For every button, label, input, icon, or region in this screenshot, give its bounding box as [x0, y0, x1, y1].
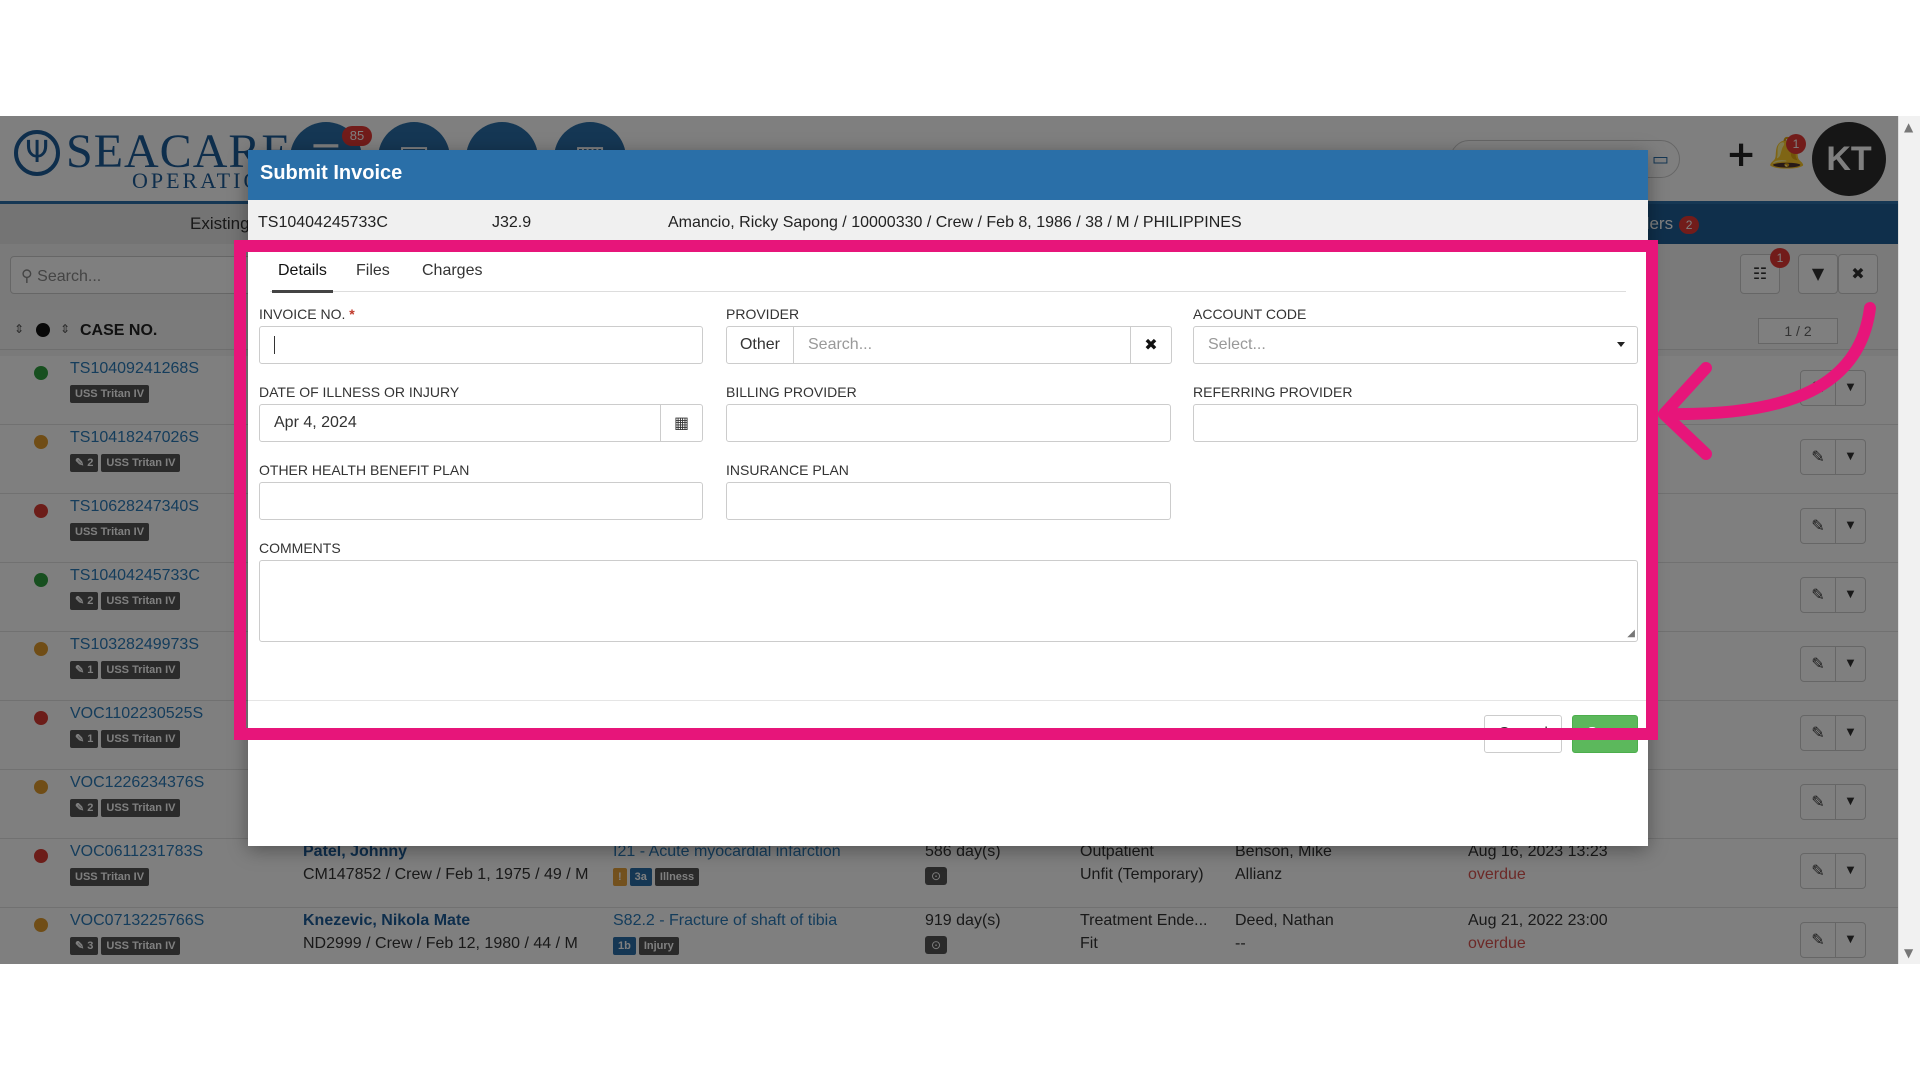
app-viewport: Ψ SEACARE OPERATIONS ☰ 85 ▤ → ▥ ▭ + 🔔 1 …: [0, 116, 1920, 964]
dialog-title: Submit Invoice: [248, 150, 1648, 200]
summary-patient: Amancio, Ricky Sapong / 10000330 / Crew …: [668, 214, 1242, 231]
page-scrollbar[interactable]: ▲ ▼: [1898, 116, 1920, 964]
scroll-down-icon[interactable]: ▼: [1904, 946, 1913, 960]
case-summary: TS10404245733C J32.9 Amancio, Ricky Sapo…: [248, 200, 1648, 244]
summary-diagnosis-code: J32.9: [492, 214, 532, 231]
annotation-highlight-box: [234, 240, 1658, 740]
summary-case-no: TS10404245733C: [258, 214, 388, 231]
scroll-up-icon[interactable]: ▲: [1904, 120, 1913, 134]
